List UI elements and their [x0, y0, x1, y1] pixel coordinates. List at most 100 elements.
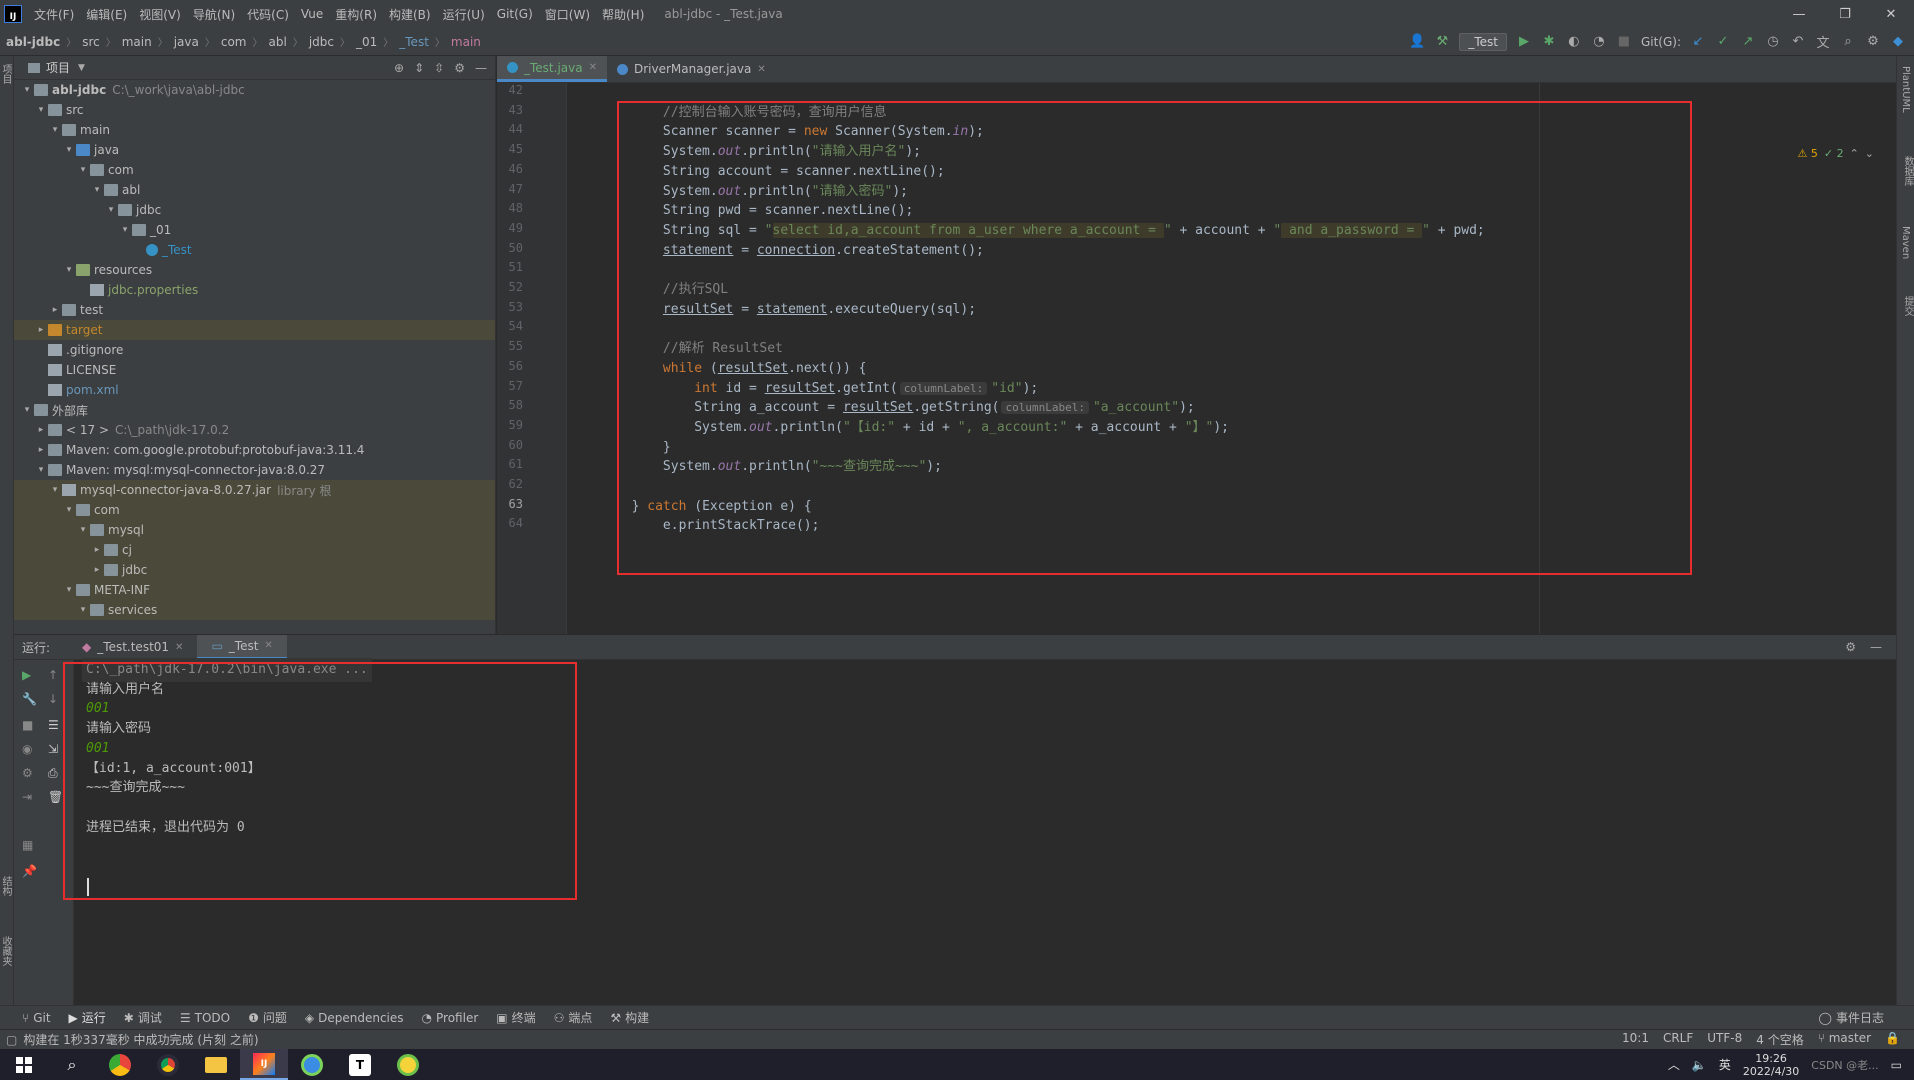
tree-item[interactable]: ▾ mysql-connector-java-8.0.27.jar library …: [14, 480, 495, 500]
tool-window-button[interactable]: ⚇ 端点: [554, 1009, 593, 1026]
minimize-icon[interactable]: —: [1776, 7, 1822, 22]
breadcrumb-item[interactable]: _Test: [399, 35, 429, 49]
user-icon[interactable]: 👤: [1409, 34, 1425, 49]
editor-tab[interactable]: _Test.java ✕: [497, 56, 607, 82]
dump-threads-icon[interactable]: ⚙: [22, 766, 33, 780]
chrome-icon[interactable]: [144, 1049, 192, 1080]
settings-icon[interactable]: ⚙: [1865, 34, 1881, 49]
chevron-up-icon[interactable]: ︿: [1668, 1056, 1680, 1073]
close-icon[interactable]: ✕: [1868, 7, 1914, 22]
search-icon[interactable]: ⌕: [48, 1049, 96, 1080]
tree-item[interactable]: ▾ abl-jdbc C:\_work\java\abl-jdbc: [14, 80, 495, 100]
tree-item[interactable]: _Test: [14, 240, 495, 260]
layout-icon[interactable]: ▦: [22, 838, 33, 852]
profile-icon[interactable]: ◔: [1591, 34, 1607, 49]
commit-tool-tab[interactable]: 提交: [1900, 296, 1914, 316]
notification-icon[interactable]: ▭: [1891, 1058, 1902, 1072]
run-config-select[interactable]: _Test: [1459, 32, 1507, 51]
file-explorer-icon[interactable]: [192, 1049, 240, 1080]
tree-item[interactable]: ▾ jdbc: [14, 200, 495, 220]
menu-item[interactable]: 帮助(H): [596, 6, 650, 23]
tree-item[interactable]: ▾ java: [14, 140, 495, 160]
chevron-right-icon[interactable]: ▸: [48, 305, 62, 315]
project-panel-title[interactable]: 项目: [46, 59, 70, 76]
tool-window-button[interactable]: ◈ Dependencies: [305, 1011, 404, 1025]
chevron-down-icon[interactable]: ▾: [62, 505, 76, 515]
menu-item[interactable]: 构建(B): [383, 6, 437, 23]
chevron-down-icon[interactable]: ▾: [20, 405, 34, 415]
tree-item[interactable]: ▾ com: [14, 160, 495, 180]
breadcrumb-item[interactable]: abl-jdbc: [6, 35, 60, 49]
chevron-down-icon[interactable]: ▾: [34, 105, 48, 115]
tree-item[interactable]: ▸ Maven: com.google.protobuf:protobuf-jav…: [14, 440, 495, 460]
menu-item[interactable]: 文件(F): [28, 6, 80, 23]
tool-window-button[interactable]: ⚒ 构建: [610, 1009, 649, 1026]
tree-item[interactable]: ▸ test: [14, 300, 495, 320]
structure-tool-tab[interactable]: 结构: [0, 876, 13, 896]
lock-icon[interactable]: 🔒: [1885, 1031, 1900, 1048]
trash-icon[interactable]: 🗑: [48, 790, 63, 804]
menu-item[interactable]: 窗口(W): [539, 6, 596, 23]
tool-window-button[interactable]: ⑂ Git: [22, 1011, 51, 1025]
tree-item[interactable]: LICENSE: [14, 360, 495, 380]
locate-icon[interactable]: ⊕: [394, 61, 404, 75]
windows-start-icon[interactable]: [0, 1049, 48, 1080]
chevron-right-icon[interactable]: ▸: [34, 325, 48, 335]
line-separator[interactable]: CRLF: [1663, 1031, 1693, 1048]
debug-icon[interactable]: ✱: [1541, 34, 1557, 49]
coverage-icon[interactable]: ◐: [1566, 34, 1582, 49]
tree-item[interactable]: ▸ cj: [14, 540, 495, 560]
tool-window-button[interactable]: ◔ Profiler: [422, 1011, 479, 1025]
caret-position[interactable]: 10:1: [1622, 1031, 1649, 1048]
tree-item[interactable]: ▾ 外部库: [14, 400, 495, 420]
editor-tab[interactable]: DriverManager.java ✕: [607, 56, 776, 82]
tree-item[interactable]: ▾ com: [14, 500, 495, 520]
tool-window-button[interactable]: ▣ 终端: [496, 1009, 535, 1026]
camera-icon[interactable]: ◉: [22, 742, 32, 756]
tool-window-button[interactable]: ❶ 问题: [248, 1009, 287, 1026]
tree-item[interactable]: ▾ _01: [14, 220, 495, 240]
chevron-down-icon[interactable]: ▾: [20, 85, 34, 95]
tree-item[interactable]: .gitignore: [14, 340, 495, 360]
chevron-right-icon[interactable]: ▸: [34, 425, 48, 435]
menu-item[interactable]: 重构(R): [329, 6, 383, 23]
tree-item[interactable]: ▾ resources: [14, 260, 495, 280]
build-hammer-icon[interactable]: ⚒: [1434, 34, 1450, 49]
gear-icon[interactable]: ⚙: [1845, 640, 1856, 654]
menu-item[interactable]: 视图(V): [133, 6, 187, 23]
tree-item[interactable]: pom.xml: [14, 380, 495, 400]
chevron-down-icon[interactable]: ▾: [104, 205, 118, 215]
menu-item[interactable]: 导航(N): [187, 6, 241, 23]
inspection-widget[interactable]: ⚠ 5 ✓ 2 ⌃ ⌄: [1797, 147, 1874, 160]
soft-wrap-icon[interactable]: ☰: [48, 718, 59, 732]
plantuml-tool-tab[interactable]: PlantUML: [1900, 66, 1911, 113]
app-icon[interactable]: [384, 1049, 432, 1080]
ime-indicator[interactable]: 英: [1719, 1056, 1731, 1073]
menu-item[interactable]: 编辑(E): [80, 6, 133, 23]
wrench-icon[interactable]: 🔧: [22, 692, 37, 706]
breadcrumb-item[interactable]: main: [122, 35, 152, 49]
menu-item[interactable]: 运行(U): [437, 6, 491, 23]
git-branch[interactable]: ⑂ master: [1818, 1031, 1871, 1048]
close-icon[interactable]: ✕: [175, 642, 183, 653]
rollback-icon[interactable]: ↶: [1790, 34, 1806, 49]
close-icon[interactable]: ✕: [264, 640, 272, 651]
typora-icon[interactable]: T: [336, 1049, 384, 1080]
tree-item[interactable]: ▾ Maven: mysql:mysql-connector-java:8.0.2…: [14, 460, 495, 480]
rerun-icon[interactable]: ▶: [22, 668, 31, 682]
chevron-down-icon[interactable]: ⌄: [1865, 147, 1874, 160]
chevron-down-icon[interactable]: ▾: [62, 585, 76, 595]
file-encoding[interactable]: UTF-8: [1707, 1031, 1742, 1048]
menu-item[interactable]: Vue: [295, 7, 329, 21]
chrome-canary-icon[interactable]: [96, 1049, 144, 1080]
clock[interactable]: 19:26 2022/4/30: [1743, 1052, 1799, 1078]
tree-item[interactable]: ▾ main: [14, 120, 495, 140]
scroll-down-icon[interactable]: ↓: [48, 692, 58, 706]
restore-icon[interactable]: ❐: [1822, 7, 1868, 22]
maven-tool-tab[interactable]: Maven: [1900, 226, 1911, 259]
gear-icon[interactable]: ⚙: [454, 61, 465, 75]
breadcrumb-item[interactable]: com: [221, 35, 247, 49]
tree-item[interactable]: ▾ mysql: [14, 520, 495, 540]
translate-icon[interactable]: 文: [1815, 32, 1831, 51]
tool-window-button[interactable]: ☰ TODO: [180, 1011, 230, 1025]
